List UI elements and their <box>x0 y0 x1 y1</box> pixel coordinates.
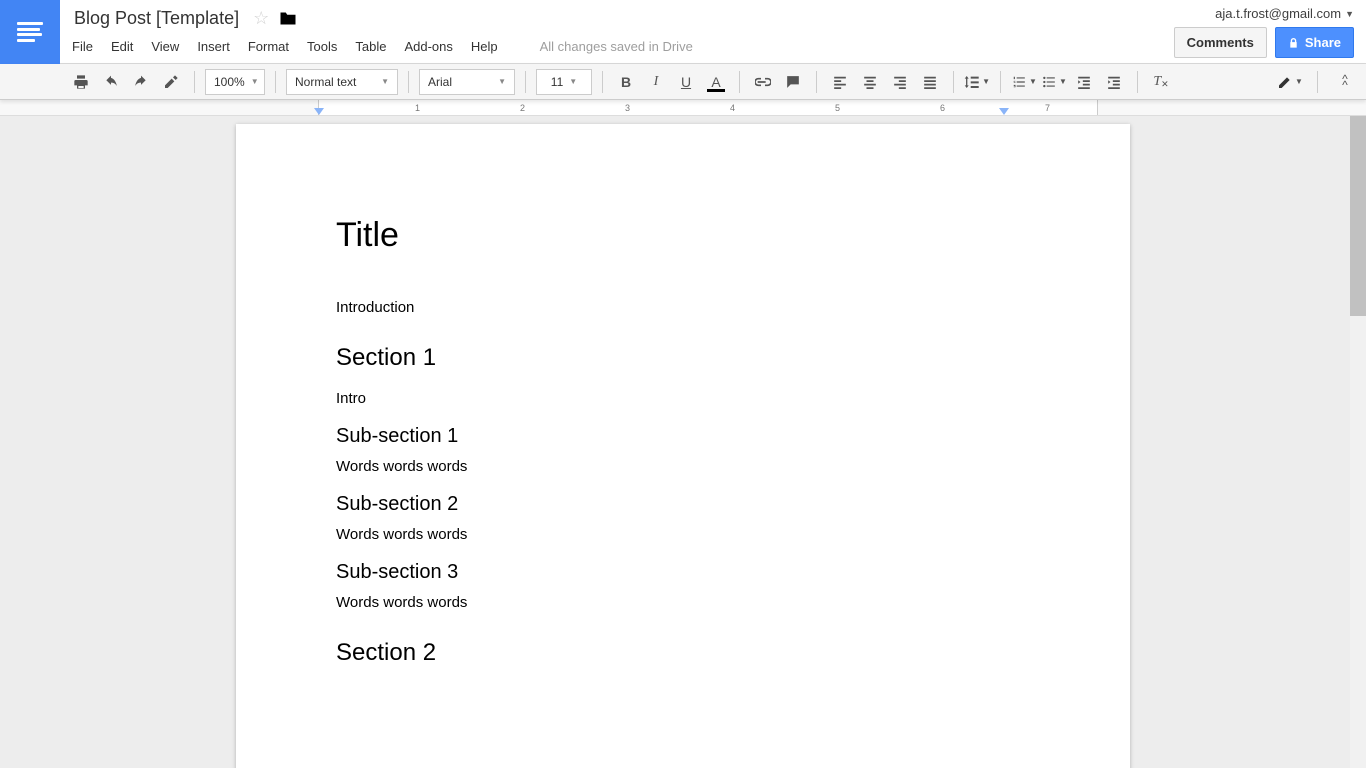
save-status: All changes saved in Drive <box>540 39 693 54</box>
ruler-tick: 5 <box>835 103 840 113</box>
ruler-tick: 2 <box>520 103 525 113</box>
paragraph-style-select[interactable]: Normal text▼ <box>286 69 398 95</box>
undo-button[interactable] <box>98 69 124 95</box>
share-button[interactable]: Share <box>1275 27 1354 58</box>
app-header: Blog Post [Template] ☆ File Edit View In… <box>0 0 1366 64</box>
zoom-select[interactable]: 100%▼ <box>205 69 265 95</box>
menu-view[interactable]: View <box>151 39 179 54</box>
docs-logo-icon <box>17 22 43 42</box>
clear-formatting-button[interactable]: T✕ <box>1148 69 1174 95</box>
ruler-tick: 6 <box>940 103 945 113</box>
bulleted-list-button[interactable]: ▼ <box>1041 69 1067 95</box>
numbered-list-button[interactable]: ▼ <box>1011 69 1037 95</box>
comments-button[interactable]: Comments <box>1174 27 1267 58</box>
doc-intro-text[interactable]: Introduction <box>336 299 1030 316</box>
menu-table[interactable]: Table <box>355 39 386 54</box>
user-account[interactable]: aja.t.frost@gmail.com ▼ <box>1215 6 1354 21</box>
doc-title-heading[interactable]: Title <box>336 216 1030 255</box>
ruler-tick: 3 <box>625 103 630 113</box>
document-title[interactable]: Blog Post [Template] <box>70 6 243 31</box>
menu-addons[interactable]: Add-ons <box>404 39 452 54</box>
underline-button[interactable]: U <box>673 69 699 95</box>
insert-comment-button[interactable] <box>780 69 806 95</box>
ruler: 1 2 3 4 5 6 7 <box>0 100 1366 116</box>
paint-format-button[interactable] <box>158 69 184 95</box>
menu-bar: File Edit View Insert Format Tools Table… <box>70 31 1366 54</box>
vertical-scrollbar[interactable] <box>1350 116 1366 768</box>
star-icon[interactable]: ☆ <box>253 8 269 29</box>
menu-file[interactable]: File <box>72 39 93 54</box>
bold-button[interactable]: B <box>613 69 639 95</box>
subsection-1-body[interactable]: Words words words <box>336 458 1030 475</box>
title-area: Blog Post [Template] ☆ File Edit View In… <box>60 0 1366 54</box>
header-right: aja.t.frost@gmail.com ▼ Comments Share <box>1174 6 1354 58</box>
ruler-tick: 7 <box>1045 103 1050 113</box>
left-indent-marker[interactable] <box>314 108 324 115</box>
menu-format[interactable]: Format <box>248 39 289 54</box>
decrease-indent-button[interactable] <box>1071 69 1097 95</box>
font-select[interactable]: Arial▼ <box>419 69 515 95</box>
text-color-button[interactable]: A <box>703 69 729 95</box>
align-center-button[interactable] <box>857 69 883 95</box>
redo-button[interactable] <box>128 69 154 95</box>
subsection-3-body[interactable]: Words words words <box>336 594 1030 611</box>
editing-mode-button[interactable]: ▼ <box>1277 69 1303 95</box>
insert-link-button[interactable] <box>750 69 776 95</box>
folder-icon[interactable] <box>279 11 297 26</box>
docs-logo[interactable] <box>0 0 60 64</box>
menu-insert[interactable]: Insert <box>197 39 230 54</box>
subsection-1-heading[interactable]: Sub-section 1 <box>336 425 1030 448</box>
ruler-tick: 1 <box>415 103 420 113</box>
toolbar: 100%▼ Normal text▼ Arial▼ 11▼ B I U A ▼ … <box>0 64 1366 100</box>
subsection-2-heading[interactable]: Sub-section 2 <box>336 493 1030 516</box>
ruler-tick: 4 <box>730 103 735 113</box>
subsection-2-body[interactable]: Words words words <box>336 526 1030 543</box>
menu-edit[interactable]: Edit <box>111 39 133 54</box>
user-email-text: aja.t.frost@gmail.com <box>1215 6 1341 21</box>
section-1-heading[interactable]: Section 1 <box>336 344 1030 372</box>
section-2-heading[interactable]: Section 2 <box>336 639 1030 667</box>
caret-down-icon: ▼ <box>1345 9 1354 19</box>
right-indent-marker[interactable] <box>999 108 1009 115</box>
share-label: Share <box>1305 35 1341 50</box>
menu-help[interactable]: Help <box>471 39 498 54</box>
page[interactable]: Title Introduction Section 1 Intro Sub-s… <box>236 124 1130 768</box>
align-right-button[interactable] <box>887 69 913 95</box>
document-canvas[interactable]: Title Introduction Section 1 Intro Sub-s… <box>0 116 1366 768</box>
menu-tools[interactable]: Tools <box>307 39 337 54</box>
italic-button[interactable]: I <box>643 69 669 95</box>
line-spacing-button[interactable]: ▼ <box>964 69 990 95</box>
collapse-toolbar-button[interactable]: ^^ <box>1332 69 1358 95</box>
align-left-button[interactable] <box>827 69 853 95</box>
subsection-3-heading[interactable]: Sub-section 3 <box>336 561 1030 584</box>
section-1-intro[interactable]: Intro <box>336 390 1030 407</box>
font-size-select[interactable]: 11▼ <box>536 69 592 95</box>
scrollbar-thumb[interactable] <box>1350 116 1366 316</box>
print-button[interactable] <box>68 69 94 95</box>
increase-indent-button[interactable] <box>1101 69 1127 95</box>
align-justify-button[interactable] <box>917 69 943 95</box>
lock-icon <box>1288 37 1299 49</box>
